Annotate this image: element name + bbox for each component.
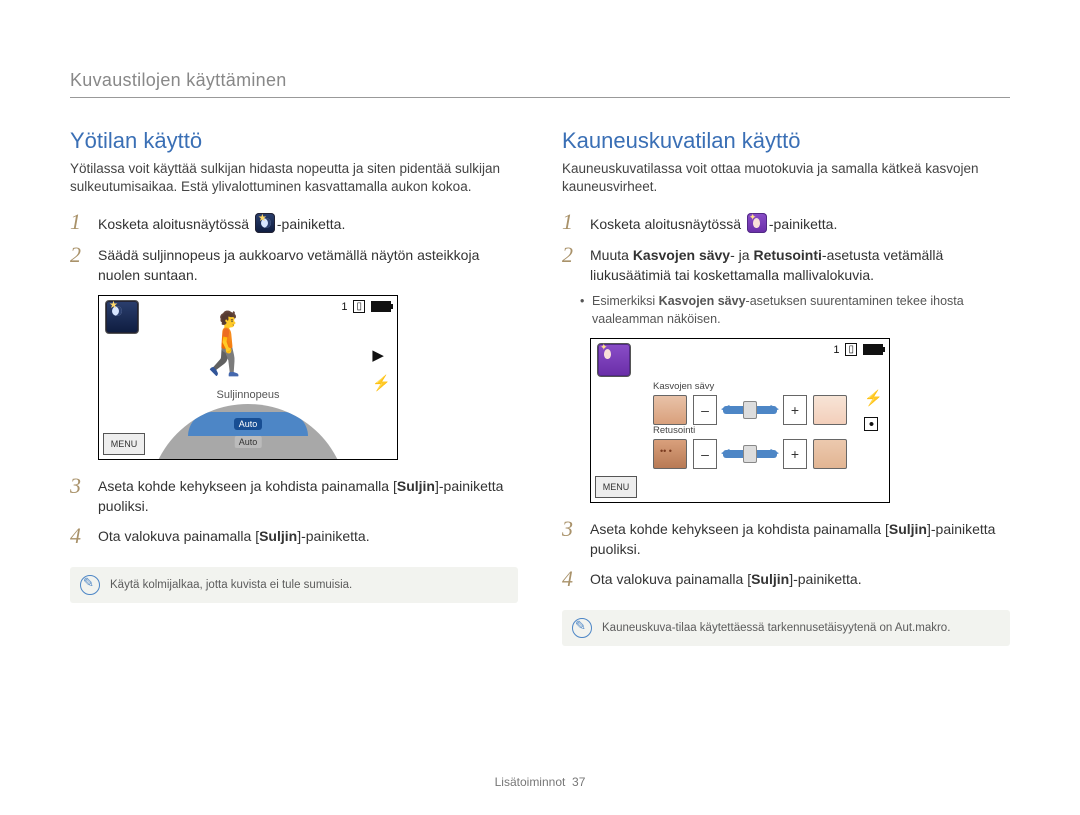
step-number: 4 [70, 524, 88, 548]
step-4: 4 Ota valokuva painamalla [Suljin]-paini… [562, 567, 1010, 591]
step-text: -painiketta. [769, 216, 837, 232]
sample-after[interactable] [813, 395, 847, 425]
note-text: Kauneuskuva-tilaa käytettäessä tarkennus… [602, 622, 950, 634]
note-icon [80, 575, 100, 595]
minus-button[interactable]: – [693, 439, 717, 469]
section-title-beauty: Kauneuskuvatilan käyttö [562, 128, 1010, 154]
step-number: 3 [70, 474, 88, 498]
step-3: 3 Aseta kohde kehykseen ja kohdista pain… [70, 474, 518, 516]
step-2: 2 Säädä suljinnopeus ja aukkoarvo vetämä… [70, 243, 518, 285]
shot-counter: 1 [341, 301, 347, 313]
night-mode-icon [255, 213, 275, 233]
shot-counter: 1 [833, 344, 839, 356]
beauty-mode-icon [747, 213, 767, 233]
slider-retouch[interactable]: Retusointi – + [653, 439, 847, 469]
icon-recycle: ▶ [372, 346, 391, 364]
step-2: 2 Muuta Kasvojen sävy- ja Retusointi-ase… [562, 243, 1010, 285]
battery-icon [371, 301, 391, 312]
sample-after[interactable] [813, 439, 847, 469]
exposure-dial[interactable]: Suljinnopeus Auto Auto Aukko [138, 389, 358, 460]
figure-night-dial: MENU 1 ▯ ▶ ⚡ 🚶 Suljinnopeus Auto Auto [98, 295, 398, 460]
sample-before[interactable] [653, 439, 687, 469]
plus-button[interactable]: + [783, 395, 807, 425]
step-body: Ota valokuva painamalla [Suljin]-painike… [98, 524, 370, 547]
side-icons: ▶ ⚡ [372, 346, 391, 392]
step-body: Muuta Kasvojen sävy- ja Retusointi-asetu… [590, 243, 1010, 285]
step-number: 3 [562, 517, 580, 541]
step-1: 1 Kosketa aloitusnäytössä -painiketta. [562, 210, 1010, 235]
focus-target-icon [864, 417, 878, 431]
camera-screen: MENU 1 ▯ ⚡ Kasvojen sävy – + [590, 338, 890, 503]
sub-bullet: Esimerkiksi Kasvojen sävy-asetuksen suur… [562, 293, 1010, 328]
steps-night: 1 Kosketa aloitusnäytössä -painiketta. 2… [70, 210, 518, 285]
sample-before[interactable] [653, 395, 687, 425]
camera-screen: MENU 1 ▯ ▶ ⚡ 🚶 Suljinnopeus Auto Auto [98, 295, 398, 460]
step-1: 1 Kosketa aloitusnäytössä -painiketta. [70, 210, 518, 235]
top-indicators: 1 ▯ [833, 343, 883, 356]
slider-track[interactable] [723, 450, 777, 458]
slider-label: Retusointi [653, 425, 695, 436]
lead-night: Yötilassa voit käyttää sulkijan hidasta … [70, 160, 518, 196]
plus-button[interactable]: + [783, 439, 807, 469]
note-box-night: Käytä kolmijalkaa, jotta kuvista ei tule… [70, 567, 518, 603]
step-text: Kosketa aloitusnäytössä [590, 216, 745, 232]
slider-track[interactable] [723, 406, 777, 414]
dial-auto-badge: Auto [234, 418, 263, 430]
step-4: 4 Ota valokuva painamalla [Suljin]-paini… [70, 524, 518, 548]
dial-auto-under: Auto [235, 436, 262, 448]
step-number: 1 [562, 210, 580, 234]
step-number: 2 [70, 243, 88, 267]
icon-flash: ⚡ [864, 389, 883, 407]
steps-beauty: 1 Kosketa aloitusnäytössä -painiketta. 2… [562, 210, 1010, 285]
slider-thumb[interactable] [743, 401, 757, 419]
mode-badge-night [105, 300, 139, 334]
memory-icon: ▯ [845, 343, 857, 356]
lead-beauty: Kauneuskuvatilassa voit ottaa muotokuvia… [562, 160, 1010, 196]
step-number: 4 [562, 567, 580, 591]
side-icons: ⚡ [864, 389, 883, 431]
slider-thumb[interactable] [743, 445, 757, 463]
slider-label: Kasvojen sävy [653, 381, 714, 392]
minus-button[interactable]: – [693, 395, 717, 425]
memory-icon: ▯ [353, 300, 365, 313]
column-right: Kauneuskuvatilan käyttö Kauneuskuvatilas… [562, 128, 1010, 646]
page-footer: Lisätoiminnot 37 [0, 775, 1080, 789]
note-text: Käytä kolmijalkaa, jotta kuvista ei tule… [110, 579, 352, 591]
icon-flash: ⚡ [372, 374, 391, 392]
mode-badge-beauty [597, 343, 631, 377]
step-body: Aseta kohde kehykseen ja kohdista painam… [98, 474, 518, 516]
two-column-layout: Yötilan käyttö Yötilassa voit käyttää su… [70, 128, 1010, 646]
battery-icon [863, 344, 883, 355]
step-number: 1 [70, 210, 88, 234]
step-body: Kosketa aloitusnäytössä -painiketta. [98, 210, 345, 235]
footer-page-number: 37 [572, 775, 585, 789]
step-body: Ota valokuva painamalla [Suljin]-painike… [590, 567, 862, 590]
column-left: Yötilan käyttö Yötilassa voit käyttää su… [70, 128, 518, 646]
top-indicators: 1 ▯ [341, 300, 391, 313]
step-body: Säädä suljinnopeus ja aukkoarvo vetämäll… [98, 243, 518, 285]
beauty-controls: Kasvojen sävy – + Retusointi – + [653, 395, 847, 469]
menu-button[interactable]: MENU [595, 476, 637, 498]
steps-night-cont: 3 Aseta kohde kehykseen ja kohdista pain… [70, 474, 518, 548]
chapter-title: Kuvaustilojen käyttäminen [70, 70, 1010, 98]
step-3: 3 Aseta kohde kehykseen ja kohdista pain… [562, 517, 1010, 559]
footer-section: Lisätoiminnot [495, 775, 566, 789]
figure-beauty-sliders: MENU 1 ▯ ⚡ Kasvojen sävy – + [590, 338, 890, 503]
step-text: -painiketta. [277, 216, 345, 232]
child-silhouette: 🚶 [187, 314, 262, 374]
step-body: Kosketa aloitusnäytössä -painiketta. [590, 210, 837, 235]
note-box-beauty: Kauneuskuva-tilaa käytettäessä tarkennus… [562, 610, 1010, 646]
section-title-night: Yötilan käyttö [70, 128, 518, 154]
note-icon [572, 618, 592, 638]
steps-beauty-cont: 3 Aseta kohde kehykseen ja kohdista pain… [562, 517, 1010, 591]
dial-label-shutter: Suljinnopeus [138, 389, 358, 401]
slider-face-tone[interactable]: Kasvojen sävy – + [653, 395, 847, 425]
step-body: Aseta kohde kehykseen ja kohdista painam… [590, 517, 1010, 559]
step-number: 2 [562, 243, 580, 267]
step-text: Kosketa aloitusnäytössä [98, 216, 253, 232]
